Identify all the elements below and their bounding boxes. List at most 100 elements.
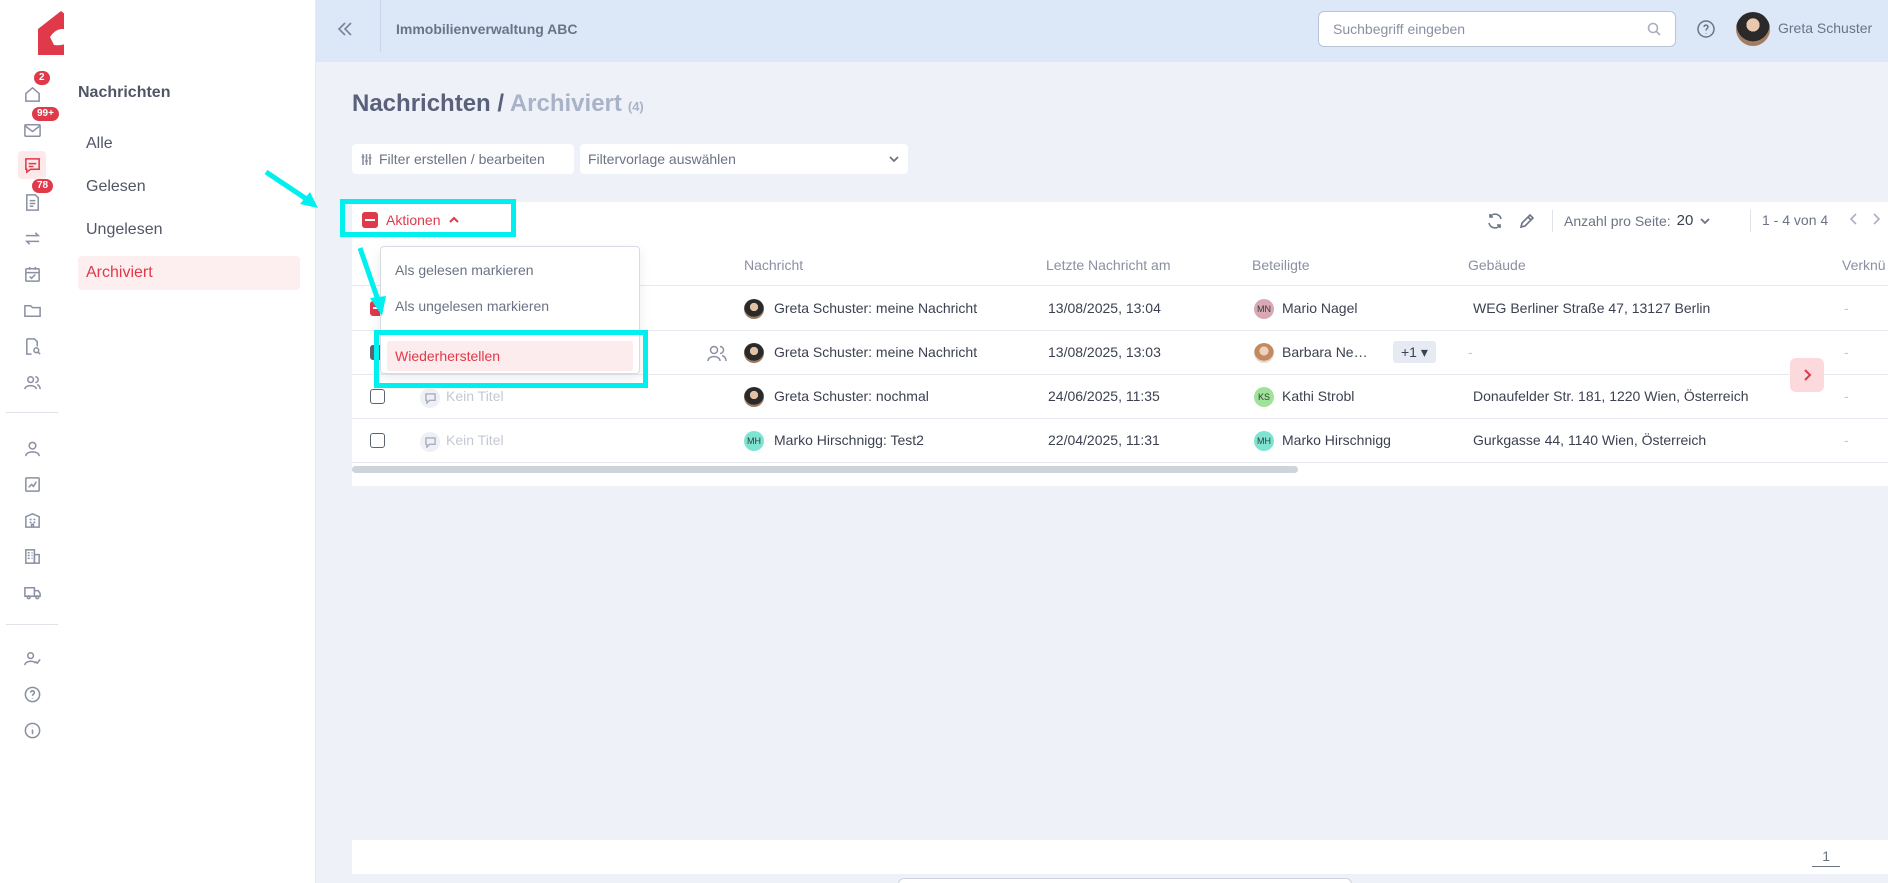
row-checkbox[interactable] [370,389,385,404]
rail-user-check[interactable] [18,644,46,672]
message-preview: Greta Schuster: meine Nachricht [774,344,978,360]
collapse-sidebar-button[interactable] [334,18,360,44]
participant-avatar [1254,343,1274,363]
more-participants-count: +1 [1401,344,1417,360]
rail-documents[interactable]: 78 [18,179,54,216]
page-title-sub: Archiviert [509,90,622,117]
calendar-icon [24,266,40,282]
col-header-gebaeude[interactable]: Gebäude [1468,257,1526,273]
rail-mail[interactable]: 99+ [18,107,59,144]
messages-subnav: Nachrichten Alle Gelesen Ungelesen Archi… [64,0,316,883]
chevron-left-icon[interactable] [1848,212,1860,226]
rail-calendar[interactable] [18,260,46,288]
message-date: 24/06/2025, 11:35 [1048,388,1160,404]
menu-item-mark-read[interactable]: Als gelesen markieren [387,255,633,285]
subnav-item-alle[interactable]: Alle [78,127,300,161]
rail-info[interactable] [18,716,46,744]
building-address: Donaufelder Str. 181, 1220 Wien, Österre… [1473,388,1749,404]
rail-transfer[interactable] [18,224,46,252]
help-icon [24,686,40,702]
building-address: Gurkgasse 44, 1140 Wien, Österreich [1473,432,1707,448]
link-value: - [1844,300,1849,316]
col-header-verknuepfung[interactable]: Verknü [1842,257,1886,273]
building-address: WEG Berliner Straße 47, 13127 Berlin [1473,300,1711,316]
menu-item-mark-unread[interactable]: Als ungelesen markieren [387,291,633,321]
link-value: - [1844,388,1849,404]
col-header-letzte-nachricht[interactable]: Letzte Nachricht am [1046,257,1171,273]
rail-messages[interactable] [18,151,46,179]
user-icon [24,441,40,456]
filter-template-label: Filtervorlage auswählen [588,151,736,167]
horizontal-scrollbar[interactable] [352,466,1298,473]
pagination-range: 1 - 4 von 4 [1762,212,1829,228]
chevron-down-icon [889,156,899,163]
subnav-title: Nachrichten [78,84,171,101]
help-button[interactable] [1696,19,1716,39]
per-page-selector[interactable]: Anzahl pro Seite: 20 [1564,212,1711,229]
search-input[interactable]: Suchbegriff eingeben [1318,11,1676,47]
rail-person[interactable] [18,434,46,462]
topbar-divider [380,0,381,52]
message-date: 13/08/2025, 13:04 [1048,300,1161,316]
contract-icon [24,476,40,492]
link-value: - [1844,344,1849,360]
rail-office[interactable] [18,542,46,570]
sender-avatar [744,343,764,363]
page-title: Nachrichten / Archiviert (4) [352,90,644,118]
filter-template-select[interactable]: Filtervorlage auswählen [580,144,908,174]
table-row[interactable]: Kein Titel MH Marko Hirschnigg: Test2 22… [352,419,1888,463]
page-title-main[interactable]: Nachrichten [352,90,491,117]
rail-help[interactable] [18,680,46,708]
per-page-value: 20 [1676,212,1694,229]
per-page-label: Anzahl pro Seite: [1564,212,1671,229]
help-icon [1697,20,1715,38]
table-toolbar: Aktionen Anzahl pro Seite: 20 1 - 4 von … [352,202,1888,238]
row-checkbox[interactable] [370,433,385,448]
edit-icon [1519,213,1535,229]
folder-icon [23,304,41,317]
chat-icon [424,392,436,404]
office-icon [24,548,40,564]
participant-avatar: MH [1254,431,1274,451]
filter-edit-button[interactable]: Filter erstellen / bearbeiten [352,144,574,174]
building-address: - [1468,344,1473,360]
user-avatar[interactable] [1736,12,1770,46]
subnav-item-archiviert[interactable]: Archiviert [78,256,300,290]
user-name[interactable]: Greta Schuster [1778,20,1872,36]
message-date: 22/04/2025, 11:31 [1048,432,1160,448]
participant-name: Barbara Ne… [1282,344,1368,360]
user-check-icon [23,651,41,665]
rail-users[interactable] [18,368,46,396]
more-participants-chip[interactable]: +1 ▾ [1393,341,1436,363]
page-number[interactable]: 1 [1812,848,1840,867]
expand-panel-button[interactable] [1790,358,1824,392]
search-icon [1647,22,1661,36]
home-icon [24,86,40,102]
chevron-right-icon [1804,369,1812,381]
rail-file-search[interactable] [18,332,46,360]
chevron-right-icon[interactable] [1870,212,1882,226]
annotation-highlight-restore [374,330,648,388]
rail-contract[interactable] [18,470,46,498]
participant-avatar: MN [1254,299,1274,319]
col-header-beteiligte[interactable]: Beteiligte [1252,257,1310,273]
edit-button[interactable] [1518,212,1536,230]
refresh-button[interactable] [1486,212,1504,230]
home-badge: 2 [34,71,50,85]
document-icon [25,193,39,211]
message-type-icon [420,432,440,452]
annotation-arrow-icon [357,247,386,316]
sender-avatar [744,299,764,319]
rail-building[interactable] [18,506,46,534]
subnav-item-ungelesen[interactable]: Ungelesen [78,213,300,247]
rail-folder[interactable] [18,296,46,324]
truck-icon [23,586,41,599]
col-header-nachricht[interactable]: Nachricht [744,257,803,273]
participant-avatar: KS [1254,387,1274,407]
rail-home[interactable]: 2 [18,71,50,108]
annotation-highlight-actions [340,199,516,237]
bottom-drawer-tab[interactable] [898,878,1352,883]
pagination-arrows [1848,212,1882,226]
participant-name: Kathi Strobl [1282,388,1355,404]
rail-truck[interactable] [18,578,46,606]
